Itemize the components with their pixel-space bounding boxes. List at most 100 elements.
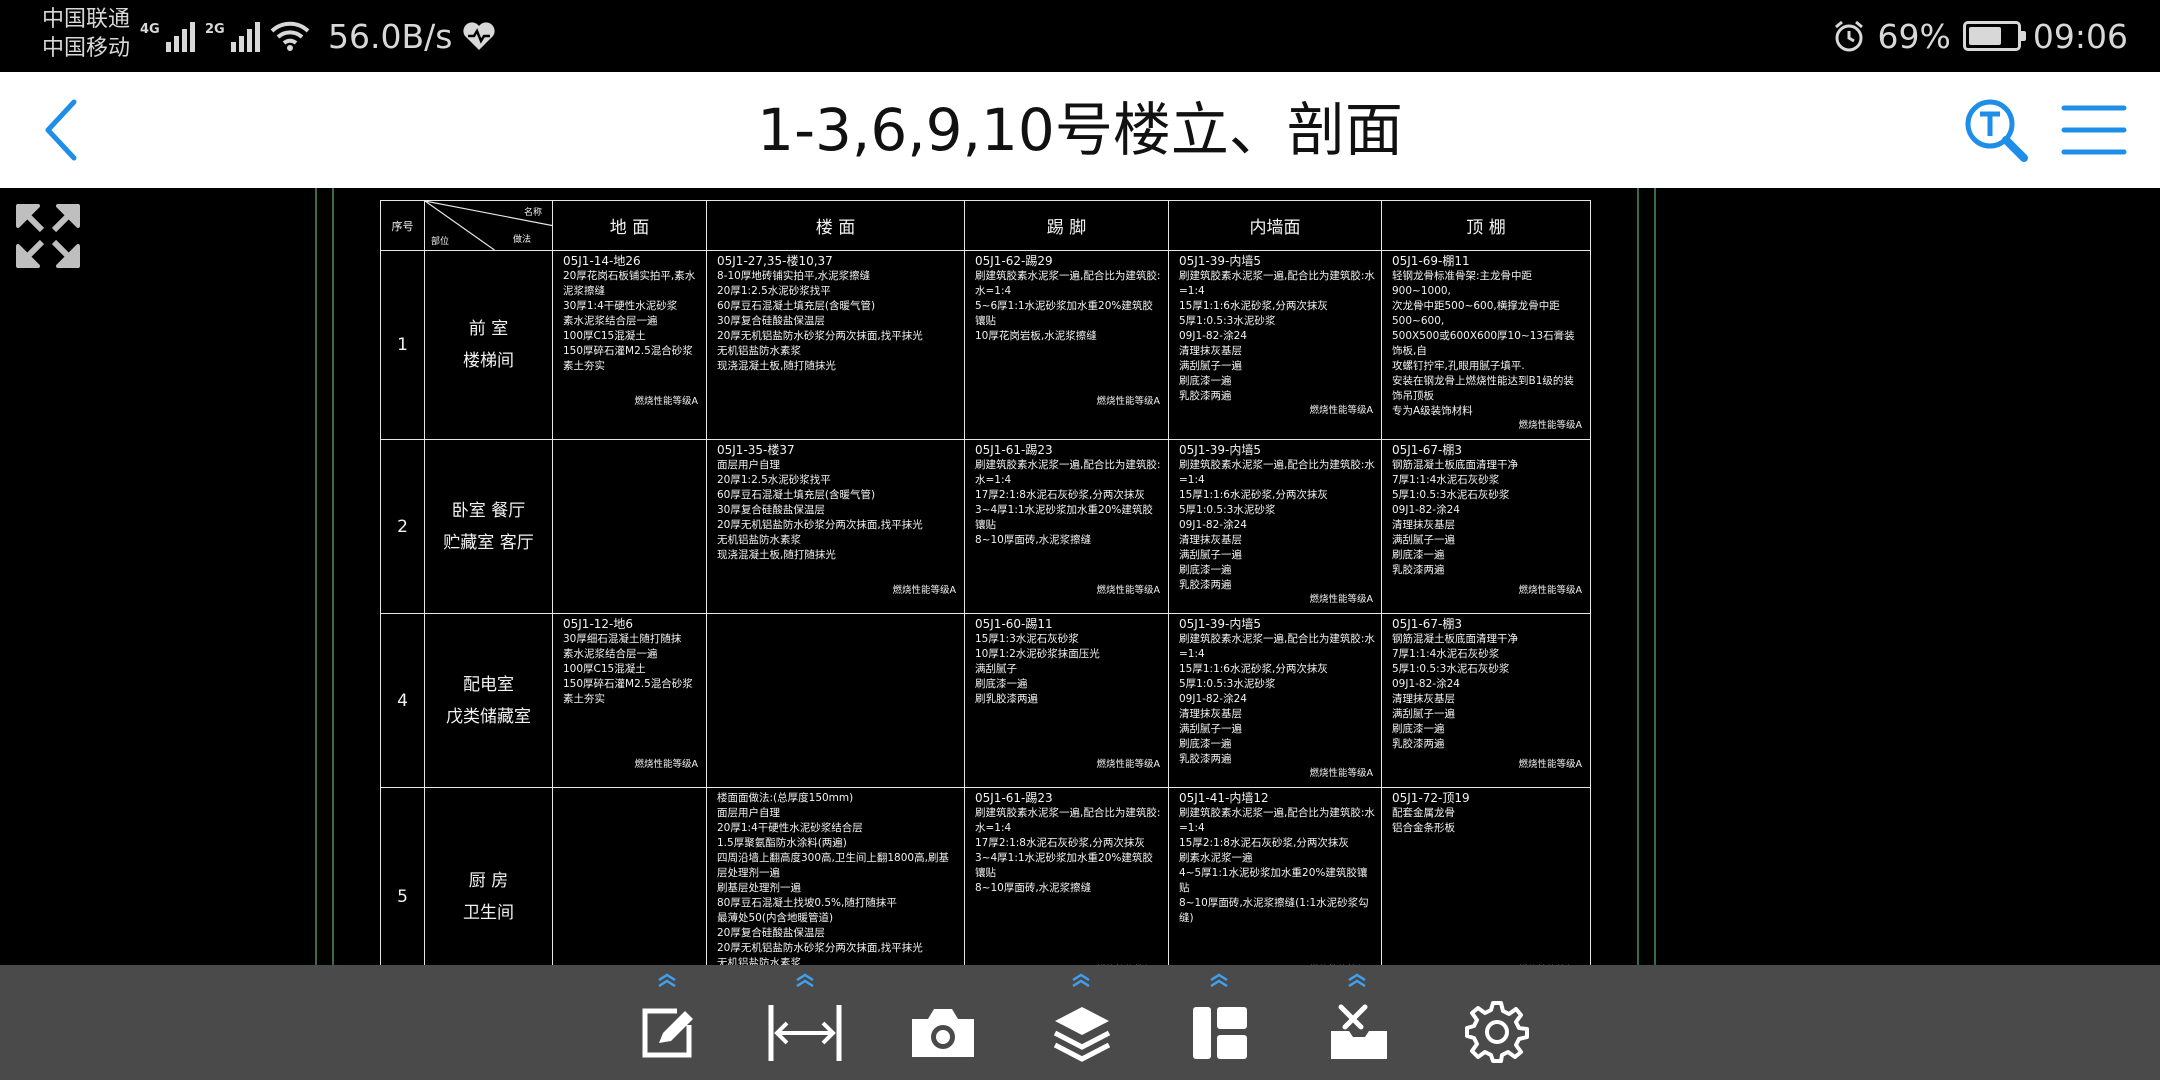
layout-icon	[1193, 1007, 1247, 1059]
spec-text: 刷建筑胶素水泥浆一遍,配合比为建筑胶:水=1:4 15厚1:1:6水泥砂浆,分两…	[1179, 270, 1375, 402]
spec-content: 05J1-39-内墙5 刷建筑胶素水泥浆一遍,配合比为建筑胶:水=1:4 15厚1…	[1169, 614, 1381, 787]
table-row: 1前 室 楼梯间 05J1-14-地26 20厚花岗石板铺实拍平,素水泥浆擦缝 30…	[380, 250, 1591, 440]
chevron-left-icon	[45, 99, 77, 161]
layout-tool-button[interactable]	[1164, 973, 1274, 1073]
chevron-up-icon	[1210, 973, 1228, 987]
spec-text: 15厚1:3水泥石灰砂浆 10厚1:2水泥砂浆抹面压光 满刮腻子 刷底漆一遍 刷…	[975, 633, 1100, 705]
measure-icon	[768, 1005, 842, 1061]
annotate-tool-button[interactable]	[612, 973, 722, 1073]
spec-code: 05J1-14-地26	[563, 254, 641, 268]
spec-text: 面层用户自理 20厚1:2.5水泥砂浆找平 60厚豆石混凝土填充层(含暖气管) …	[717, 459, 923, 561]
corner-label-name: 名称	[523, 208, 542, 218]
spec-content: 05J1-35-楼37 面层用户自理 20厚1:2.5水泥砂浆找平 60厚豆石混凝…	[707, 440, 964, 604]
back-button[interactable]	[20, 90, 100, 170]
menu-button[interactable]	[2056, 94, 2132, 166]
fire-rating: 燃烧性能等级A	[634, 396, 699, 407]
signal-icon-1: 4G	[140, 20, 195, 52]
spec-content: 05J1-12-地6 30厚细石混凝土随打随抹 素水泥浆结合层一遍 100厚C15…	[553, 614, 706, 778]
row-number: 1	[380, 250, 425, 440]
network-speed: 56.0B/s	[328, 16, 453, 56]
title-bar: 1-3,6,9,10号楼立、剖面	[0, 72, 2160, 188]
spec-content	[553, 788, 706, 965]
spec-content: 05J1-60-踢11 15厚1:3水泥石灰砂浆 10厚1:2水泥砂浆抹面压光 满…	[965, 614, 1168, 778]
spec-cell-story	[706, 613, 965, 788]
spec-content: 05J1-62-踢29 刷建筑胶素水泥浆一遍,配合比为建筑胶:水=1:4 5~6厚…	[965, 251, 1168, 415]
header-inner-wall: 内墙面	[1168, 200, 1382, 251]
spec-cell-skirting: 05J1-61-踢23 刷建筑胶素水泥浆一遍,配合比为建筑胶:水=1:4 17厚2…	[964, 439, 1169, 614]
spec-code: 05J1-61-踢23	[975, 791, 1053, 805]
spec-text: 配套金属龙骨 铝合金条形板	[1392, 807, 1455, 834]
measure-tool-button[interactable]	[750, 973, 860, 1073]
spec-cell-inner-wall: 05J1-39-内墙5 刷建筑胶素水泥浆一遍,配合比为建筑胶:水=1:4 15厚1…	[1168, 439, 1382, 614]
spec-code: 05J1-27,35-楼10,37	[717, 254, 833, 268]
spec-cell-inner-wall: 05J1-39-内墙5 刷建筑胶素水泥浆一遍,配合比为建筑胶:水=1:4 15厚1…	[1168, 613, 1382, 788]
spec-code: 05J1-35-楼37	[717, 443, 795, 457]
layers-tool-button[interactable]	[1026, 973, 1136, 1073]
spec-text: 刷建筑胶素水泥浆一遍,配合比为建筑胶:水=1:4 17厚2:1:8水泥石灰砂浆,…	[975, 807, 1161, 894]
layers-icon	[1053, 1007, 1111, 1062]
spec-code: 05J1-69-棚11	[1392, 254, 1470, 268]
room-name: 配电室 戊类储藏室	[424, 613, 553, 788]
spec-cell-story: 05J1-35-楼37 面层用户自理 20厚1:2.5水泥砂浆找平 60厚豆石混凝…	[706, 439, 965, 614]
spec-code: 05J1-39-内墙5	[1179, 443, 1262, 457]
toolbox-tool-button[interactable]	[1302, 973, 1412, 1073]
spec-cell-ceiling: 05J1-67-棚3 钢筋混凝土板底面清理干净 7厚1:1:4水泥石灰砂浆 5厚1…	[1381, 613, 1591, 788]
wifi-icon	[270, 21, 310, 51]
edit-icon	[642, 1008, 693, 1058]
spec-code: 05J1-67-棚3	[1392, 443, 1463, 457]
battery-icon	[1962, 21, 2026, 51]
settings-tool-button[interactable]	[1440, 973, 1550, 1073]
fire-rating: 燃烧性能等级A	[1309, 594, 1374, 605]
drawing-frame-line	[315, 188, 317, 965]
spec-content: 05J1-67-棚3 钢筋混凝土板底面清理干净 7厚1:1:4水泥石灰砂浆 5厚1…	[1382, 614, 1590, 778]
header-ceiling: 顶 棚	[1381, 200, 1591, 251]
spec-cell-floor: 05J1-14-地26 20厚花岗石板铺实拍平,素水泥浆擦缝 30厚1:4干硬性水…	[552, 250, 707, 440]
spec-content: 05J1-27,35-楼10,37 8-10厚地砖铺实拍平,水泥浆擦缝 20厚1:…	[707, 251, 964, 415]
table-row: 5厨 房 卫生间 楼面面做法:(总厚度150mm) 面层用户自理 20厚1:4干硬…	[380, 787, 1591, 965]
spec-code: 05J1-72-顶19	[1392, 791, 1470, 805]
fire-rating: 燃烧性能等级A	[1518, 759, 1583, 770]
spec-cell-inner-wall: 05J1-41-内墙12 刷建筑胶素水泥浆一遍,配合比为建筑胶:水=1:4 15厚…	[1168, 787, 1382, 965]
fire-rating: 燃烧性能等级A	[1309, 768, 1374, 779]
spec-text: 30厚细石混凝土随打随抹 素水泥浆结合层一遍 100厚C15混凝土 150厚碎石…	[563, 633, 693, 705]
spec-content: 05J1-41-内墙12 刷建筑胶素水泥浆一遍,配合比为建筑胶:水=1:4 15厚…	[1169, 788, 1381, 965]
spec-cell-story: 楼面面做法:(总厚度150mm) 面层用户自理 20厚1:4干硬性水泥砂浆结合层…	[706, 787, 965, 965]
room-name: 厨 房 卫生间	[424, 787, 553, 965]
fire-rating: 燃烧性能等级A	[1096, 396, 1161, 407]
row-number: 5	[380, 787, 425, 965]
spec-cell-ceiling: 05J1-69-棚11 轻钢龙骨标准骨架:主龙骨中距900~1000, 次龙骨中距…	[1381, 250, 1591, 440]
table-header-row: 序号 名称 部位 做法 地 面 楼 面 踢 脚 内墙面 顶 棚	[380, 200, 1591, 251]
screenshot-tool-button[interactable]	[888, 973, 998, 1073]
header-skirting: 踢 脚	[964, 200, 1169, 251]
table-row: 4 配电室 戊类储藏室 05J1-12-地6 30厚细石混凝土随打随抹 素水泥浆结合层…	[380, 613, 1591, 788]
spec-content: 05J1-39-内墙5 刷建筑胶素水泥浆一遍,配合比为建筑胶:水=1:4 15厚1…	[1169, 251, 1381, 424]
spec-cell-ceiling: 05J1-67-棚3 钢筋混凝土板底面清理干净 7厚1:1:4水泥石灰砂浆 5厚1…	[1381, 439, 1591, 614]
fire-rating: 燃烧性能等级A	[634, 759, 699, 770]
fire-rating: 燃烧性能等级A	[1518, 420, 1583, 431]
page-title: 1-3,6,9,10号楼立、剖面	[757, 96, 1403, 164]
spec-cell-skirting: 05J1-60-踢11 15厚1:3水泥石灰砂浆 10厚1:2水泥砂浆抹面压光 满…	[964, 613, 1169, 788]
fullscreen-toggle-button[interactable]	[12, 200, 84, 272]
spec-text: 楼面面做法:(总厚度150mm) 面层用户自理 20厚1:4干硬性水泥砂浆结合层…	[717, 792, 949, 965]
drawing-canvas[interactable]: 序号 名称 部位 做法 地 面 楼 面 踢 脚 内墙面 顶 棚 1前 室 楼梯间…	[0, 188, 2160, 965]
gear-icon	[1465, 1001, 1529, 1063]
spec-code: 05J1-12-地6	[563, 617, 634, 631]
spec-code: 05J1-39-内墙5	[1179, 254, 1262, 268]
header-corner-cell: 名称 部位 做法	[424, 200, 553, 251]
corner-label-part: 部位	[431, 237, 450, 247]
toolbox-icon	[1331, 1004, 1387, 1059]
spec-code: 05J1-39-内墙5	[1179, 617, 1262, 631]
bottom-toolbar	[0, 965, 2160, 1080]
corner-label-method: 做法	[513, 235, 532, 245]
battery-percent: 69%	[1877, 16, 1951, 56]
spec-content: 05J1-14-地26 20厚花岗石板铺实拍平,素水泥浆擦缝 30厚1:4干硬性水…	[553, 251, 706, 415]
chevron-up-icon	[1072, 973, 1090, 987]
spec-content: 05J1-69-棚11 轻钢龙骨标准骨架:主龙骨中距900~1000, 次龙骨中距…	[1382, 251, 1590, 439]
room-name: 前 室 楼梯间	[424, 250, 553, 440]
fire-rating: 燃烧性能等级A	[1096, 585, 1161, 596]
row-number: 4	[380, 613, 425, 788]
spec-cell-skirting: 05J1-62-踢29 刷建筑胶素水泥浆一遍,配合比为建筑胶:水=1:4 5~6厚…	[964, 250, 1169, 440]
text-search-button[interactable]	[1960, 94, 2032, 166]
spec-cell-skirting: 05J1-61-踢23 刷建筑胶素水泥浆一遍,配合比为建筑胶:水=1:4 17厚2…	[964, 787, 1169, 965]
spec-content	[707, 614, 964, 778]
